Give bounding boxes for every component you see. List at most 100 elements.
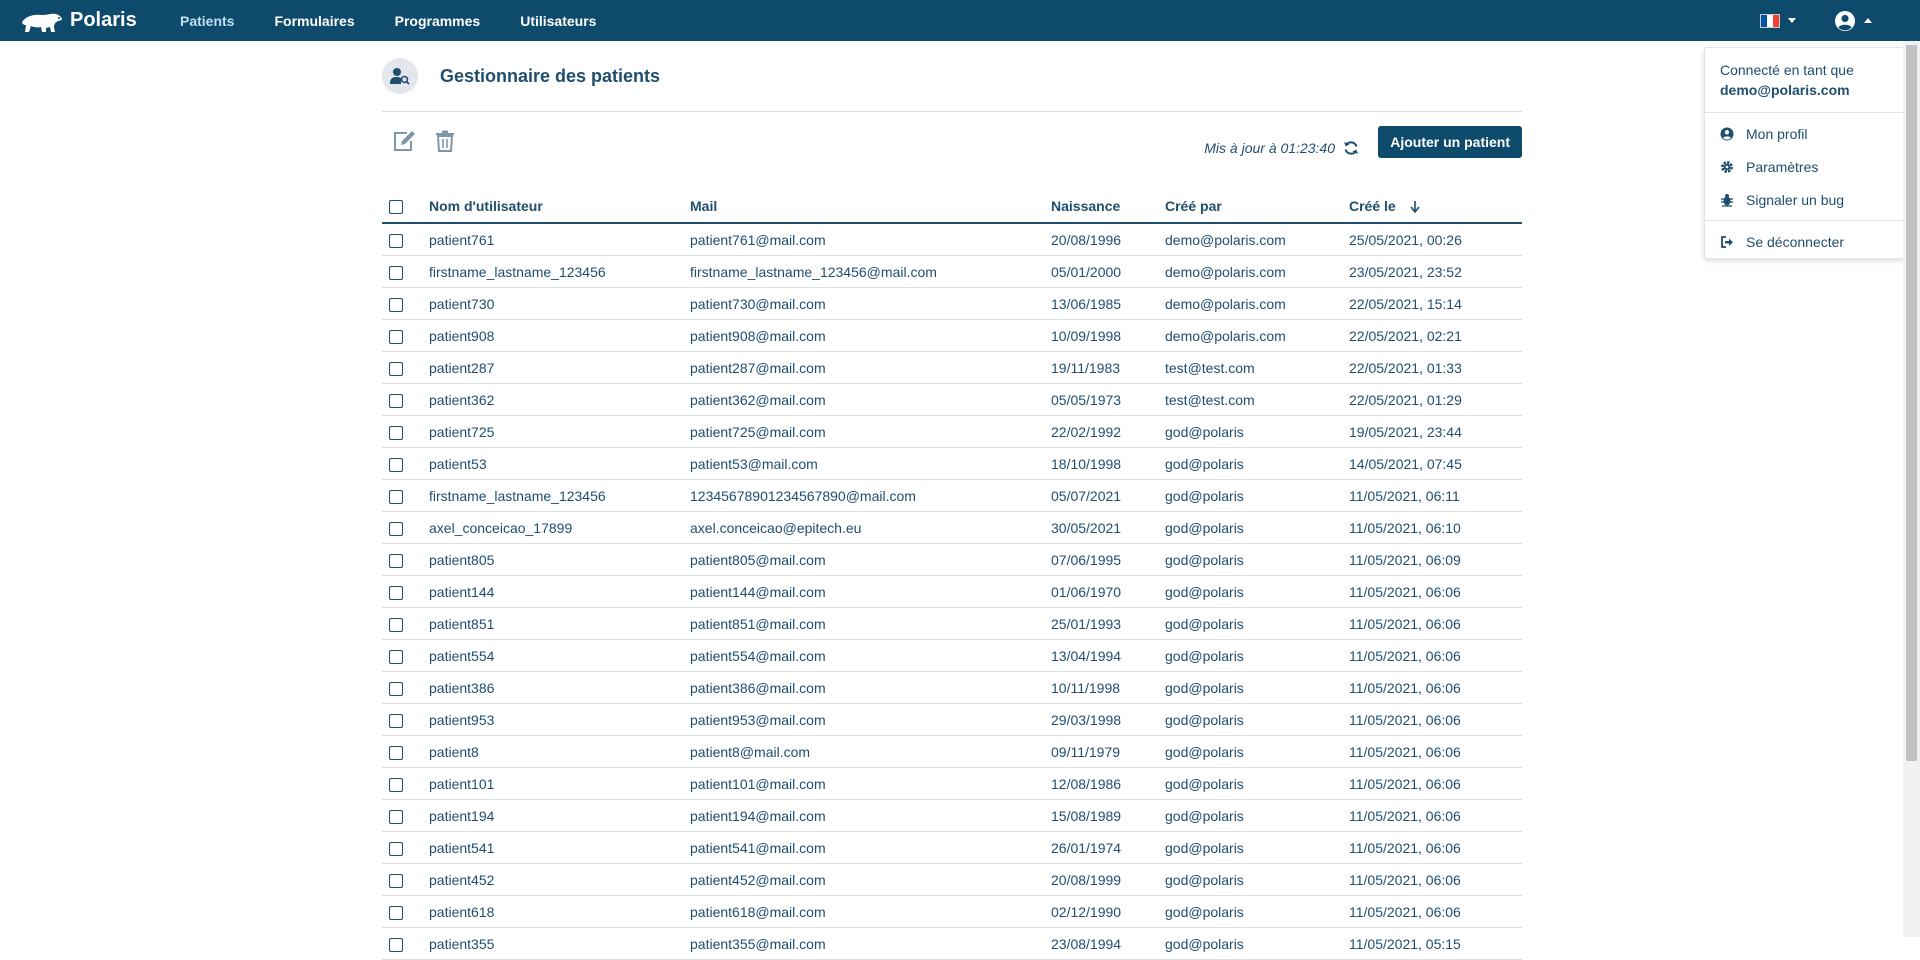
column-header-created-at[interactable]: Créé le bbox=[1349, 190, 1522, 224]
cell-mail: patient725@mail.com bbox=[690, 415, 1051, 448]
nav-link-formulaires[interactable]: Formulaires bbox=[274, 13, 354, 29]
column-header-username[interactable]: Nom d'utilisateur bbox=[429, 190, 690, 224]
table-row[interactable]: patient554 patient554@mail.com 13/04/1994 g… bbox=[382, 639, 1522, 672]
nav-link-programmes[interactable]: Programmes bbox=[395, 13, 481, 29]
table-row[interactable]: firstname_lastname_123456 123456789012345… bbox=[382, 479, 1522, 512]
cell-username: axel_conceicao_17899 bbox=[429, 511, 690, 544]
row-select-cell bbox=[382, 383, 429, 416]
row-checkbox[interactable] bbox=[389, 233, 403, 248]
row-checkbox[interactable] bbox=[389, 361, 403, 376]
nav-link-utilisateurs[interactable]: Utilisateurs bbox=[520, 13, 596, 29]
row-checkbox[interactable] bbox=[389, 393, 403, 408]
cell-created-by: god@polaris bbox=[1165, 671, 1349, 704]
table-row[interactable]: patient730 patient730@mail.com 13/06/1985 d… bbox=[382, 287, 1522, 320]
row-checkbox[interactable] bbox=[389, 265, 403, 280]
nav-link-patients[interactable]: Patients bbox=[180, 13, 234, 29]
table-row[interactable]: patient386 patient386@mail.com 10/11/1998 g… bbox=[382, 671, 1522, 704]
last-updated-text: Mis à jour à 01:23:40 bbox=[1204, 140, 1335, 156]
row-select-cell bbox=[382, 447, 429, 480]
table-row[interactable]: patient541 patient541@mail.com 26/01/1974 g… bbox=[382, 831, 1522, 864]
cell-birth-date: 05/01/2000 bbox=[1051, 255, 1165, 288]
table-row[interactable]: patient805 patient805@mail.com 07/06/1995 g… bbox=[382, 543, 1522, 576]
table-row[interactable]: patient144 patient144@mail.com 01/06/1970 g… bbox=[382, 575, 1522, 608]
row-checkbox[interactable] bbox=[389, 905, 403, 920]
table-row[interactable]: patient452 patient452@mail.com 20/08/1999 g… bbox=[382, 863, 1522, 896]
row-checkbox[interactable] bbox=[389, 937, 403, 952]
row-checkbox[interactable] bbox=[389, 617, 403, 632]
page-scrollbar[interactable] bbox=[1903, 41, 1920, 937]
table-row[interactable]: patient194 patient194@mail.com 15/08/1989 g… bbox=[382, 799, 1522, 832]
cell-created-at: 11/05/2021, 06:06 bbox=[1349, 895, 1522, 928]
table-row[interactable]: patient761 patient761@mail.com 20/08/1996 d… bbox=[382, 223, 1522, 256]
row-checkbox[interactable] bbox=[389, 329, 403, 344]
trash-icon bbox=[436, 130, 454, 152]
row-checkbox[interactable] bbox=[389, 585, 403, 600]
cell-created-at: 11/05/2021, 06:06 bbox=[1349, 735, 1522, 768]
connected-as-label: Connecté en tant que bbox=[1720, 62, 1854, 78]
table-row[interactable]: patient851 patient851@mail.com 25/01/1993 g… bbox=[382, 607, 1522, 640]
column-header-mail[interactable]: Mail bbox=[690, 190, 1051, 224]
cell-mail: patient953@mail.com bbox=[690, 703, 1051, 736]
language-selector[interactable] bbox=[1760, 13, 1796, 28]
cell-created-by: god@polaris bbox=[1165, 543, 1349, 576]
table-row[interactable]: patient953 patient953@mail.com 29/03/1998 g… bbox=[382, 703, 1522, 736]
row-checkbox[interactable] bbox=[389, 873, 403, 888]
patients-table: Nom d'utilisateur Mail Naissance Créé pa… bbox=[382, 190, 1522, 960]
select-all-checkbox[interactable] bbox=[389, 200, 403, 215]
row-select-cell bbox=[382, 703, 429, 736]
sign-out-icon bbox=[1721, 235, 1733, 248]
user-circle-icon bbox=[1835, 10, 1855, 31]
row-checkbox[interactable] bbox=[389, 425, 403, 440]
page-title: Gestionnaire des patients bbox=[440, 65, 661, 86]
menu-item-settings[interactable]: Paramètres bbox=[1705, 150, 1903, 183]
row-checkbox[interactable] bbox=[389, 489, 403, 504]
row-checkbox[interactable] bbox=[389, 681, 403, 696]
row-checkbox[interactable] bbox=[389, 809, 403, 824]
cell-username: patient8 bbox=[429, 735, 690, 768]
row-checkbox[interactable] bbox=[389, 297, 403, 312]
row-select-cell bbox=[382, 255, 429, 288]
menu-item-report-bug[interactable]: Signaler un bug bbox=[1705, 183, 1903, 216]
row-checkbox[interactable] bbox=[389, 521, 403, 536]
add-patient-button[interactable]: Ajouter un patient bbox=[1378, 126, 1522, 158]
table-row[interactable]: patient725 patient725@mail.com 22/02/1992 g… bbox=[382, 415, 1522, 448]
row-checkbox[interactable] bbox=[389, 713, 403, 728]
table-row[interactable]: patient101 patient101@mail.com 12/08/1986 g… bbox=[382, 767, 1522, 800]
user-menu-toggle[interactable] bbox=[1834, 10, 1872, 32]
table-row[interactable]: patient8 patient8@mail.com 09/11/1979 god@p… bbox=[382, 735, 1522, 768]
cell-birth-date: 22/02/1992 bbox=[1051, 415, 1165, 448]
table-row[interactable]: firstname_lastname_123456 firstname_lastn… bbox=[382, 255, 1522, 288]
row-checkbox[interactable] bbox=[389, 553, 403, 568]
table-row[interactable]: patient618 patient618@mail.com 02/12/1990 g… bbox=[382, 895, 1522, 928]
cell-birth-date: 29/03/1998 bbox=[1051, 703, 1165, 736]
row-checkbox[interactable] bbox=[389, 649, 403, 664]
brand-logo[interactable]: Polaris bbox=[20, 8, 140, 34]
table-row[interactable]: patient53 patient53@mail.com 18/10/1998 god… bbox=[382, 447, 1522, 480]
cell-username: firstname_lastname_123456 bbox=[429, 479, 690, 512]
scrollbar-thumb[interactable] bbox=[1906, 45, 1917, 761]
cell-username: patient851 bbox=[429, 607, 690, 640]
refresh-icon[interactable] bbox=[1343, 140, 1359, 156]
table-row[interactable]: axel_conceicao_17899 axel.conceicao@epite… bbox=[382, 511, 1522, 544]
column-header-birth[interactable]: Naissance bbox=[1051, 190, 1165, 224]
column-header-created-by[interactable]: Créé par bbox=[1165, 190, 1349, 224]
menu-item-logout[interactable]: Se déconnecter bbox=[1705, 225, 1903, 258]
row-checkbox[interactable] bbox=[389, 745, 403, 760]
cell-created-by: god@polaris bbox=[1165, 447, 1349, 480]
edit-icon bbox=[394, 131, 415, 151]
row-checkbox[interactable] bbox=[389, 777, 403, 792]
edit-button[interactable] bbox=[392, 130, 416, 155]
table-row[interactable]: patient287 patient287@mail.com 19/11/1983 t… bbox=[382, 351, 1522, 384]
table-row[interactable]: patient362 patient362@mail.com 05/05/1973 t… bbox=[382, 383, 1522, 416]
row-checkbox[interactable] bbox=[389, 841, 403, 856]
table-row[interactable]: patient908 patient908@mail.com 10/09/1998 d… bbox=[382, 319, 1522, 352]
table-row[interactable]: patient355 patient355@mail.com 23/08/1994 g… bbox=[382, 927, 1522, 960]
delete-button[interactable] bbox=[435, 130, 455, 155]
cell-mail: patient287@mail.com bbox=[690, 351, 1051, 384]
menu-item-profile[interactable]: Mon profil bbox=[1705, 117, 1903, 150]
cell-created-by: test@test.com bbox=[1165, 383, 1349, 416]
cell-username: patient287 bbox=[429, 351, 690, 384]
polar-bear-logo-icon bbox=[22, 13, 62, 32]
row-checkbox[interactable] bbox=[389, 457, 403, 472]
cell-created-by: demo@polaris.com bbox=[1165, 287, 1349, 320]
